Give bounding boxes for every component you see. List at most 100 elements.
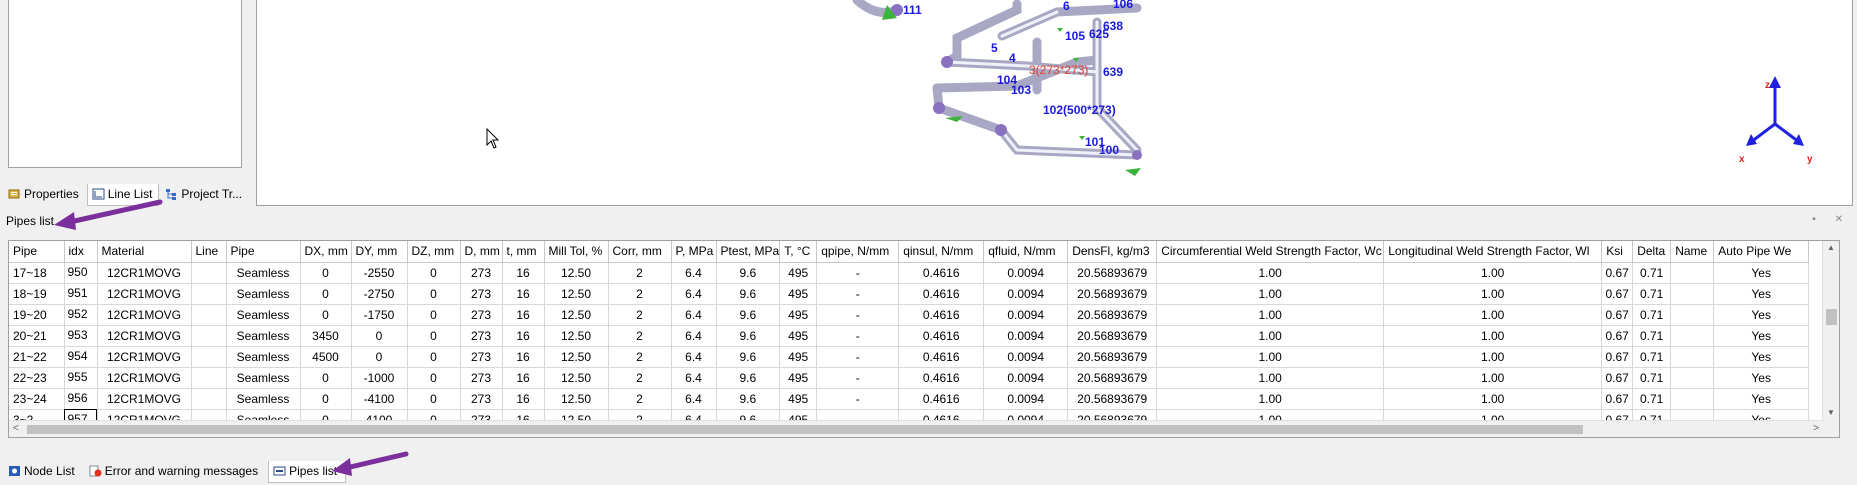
table-cell[interactable]: 956	[64, 388, 98, 410]
table-cell[interactable]: 2	[608, 346, 672, 368]
table-cell[interactable]: -2750	[351, 283, 408, 305]
table-cell[interactable]: 950	[64, 262, 98, 284]
table-cell[interactable]: 0.71	[1632, 367, 1672, 389]
table-cell[interactable]: 953	[64, 325, 98, 347]
column-header[interactable]: Material	[97, 241, 192, 263]
table-cell[interactable]: Yes	[1713, 304, 1810, 326]
pipes-table-container[interactable]: Pipe idx Material Line Pipe DX, mm DY, mm DZ, m…	[8, 240, 1840, 438]
table-cell[interactable]: Yes	[1713, 283, 1810, 305]
table-cell[interactable]: 2	[608, 325, 672, 347]
table-cell[interactable]: 6.4	[671, 283, 717, 305]
table-cell[interactable]	[191, 283, 227, 305]
table-cell[interactable]: 0	[300, 388, 352, 410]
table-cell[interactable]: 12CR1MOVG	[97, 325, 192, 347]
table-cell[interactable]: Seamless	[226, 367, 301, 389]
column-header[interactable]: idx	[64, 241, 98, 263]
table-cell[interactable]: 1.00	[1383, 262, 1603, 284]
table-cell[interactable]: -	[816, 283, 900, 305]
column-header[interactable]: DY, mm	[351, 241, 408, 263]
table-cell[interactable]: 16	[502, 367, 545, 389]
table-cell[interactable]: 16	[502, 388, 545, 410]
column-header[interactable]: Ksi	[1601, 241, 1634, 263]
scroll-down-icon[interactable]: ▼	[1827, 408, 1835, 417]
column-header[interactable]: Circumferential Weld Strength Factor, Wc	[1156, 241, 1385, 263]
column-header[interactable]: P, MPa	[671, 241, 717, 263]
table-row[interactable]: 23~24 956 12CR1MOVG Seamless 0 -4100 0 273 16 12.…	[9, 388, 1810, 410]
table-cell[interactable]: 0.71	[1632, 304, 1672, 326]
table-cell[interactable]: 0.4616	[898, 325, 985, 347]
table-cell[interactable]: -2550	[351, 262, 408, 284]
table-cell[interactable]	[1670, 388, 1715, 410]
table-cell[interactable]: 12.50	[544, 388, 609, 410]
scroll-left-icon[interactable]: <	[13, 423, 19, 434]
table-cell[interactable]: 0.4616	[898, 388, 985, 410]
vertical-scroll-thumb[interactable]	[1826, 309, 1837, 325]
table-cell[interactable]: 9.6	[716, 304, 781, 326]
table-cell[interactable]: 0.0094	[983, 304, 1069, 326]
table-cell[interactable]	[191, 262, 227, 284]
table-cell[interactable]: 17~18	[9, 262, 65, 284]
table-cell[interactable]: 0	[300, 262, 352, 284]
table-cell[interactable]: 0.71	[1632, 346, 1672, 368]
table-cell[interactable]: 0.4616	[898, 346, 985, 368]
table-cell[interactable]: 0	[300, 367, 352, 389]
3d-model-viewport[interactable]: 111 6 106 638 625 105 5 4 3(273*273) 639…	[256, 0, 1853, 206]
column-header[interactable]: DZ, mm	[407, 241, 461, 263]
table-cell[interactable]: 16	[502, 262, 545, 284]
table-cell[interactable]: 6.4	[671, 304, 717, 326]
table-cell[interactable]: 0.67	[1601, 325, 1634, 347]
table-row[interactable]: 22~23 955 12CR1MOVG Seamless 0 -1000 0 273 16 12.…	[9, 367, 1810, 389]
scroll-up-icon[interactable]: ▲	[1827, 243, 1835, 252]
table-cell[interactable]: 0.4616	[898, 367, 985, 389]
table-cell[interactable]: 9.6	[716, 325, 781, 347]
table-cell[interactable]	[1670, 262, 1715, 284]
table-cell[interactable]: 9.6	[716, 388, 781, 410]
table-cell[interactable]: 12.50	[544, 262, 609, 284]
table-cell[interactable]: 951	[64, 283, 98, 305]
table-cell[interactable]: 495	[779, 346, 818, 368]
table-cell[interactable]: 6.4	[671, 388, 717, 410]
table-cell[interactable]: 20~21	[9, 325, 65, 347]
table-cell[interactable]	[191, 346, 227, 368]
table-cell[interactable]: 1.00	[1156, 283, 1385, 305]
table-cell[interactable]: Seamless	[226, 262, 301, 284]
column-header[interactable]: DensFl, kg/m3	[1067, 241, 1158, 263]
table-cell[interactable]: Seamless	[226, 388, 301, 410]
table-cell[interactable]: 1.00	[1383, 367, 1603, 389]
table-cell[interactable]: 20.56893679	[1067, 304, 1158, 326]
vertical-scrollbar[interactable]: ▲ ▼	[1822, 241, 1839, 437]
table-row[interactable]: 18~19 951 12CR1MOVG Seamless 0 -2750 0 273 16 12.…	[9, 283, 1810, 305]
table-cell[interactable]: 0	[407, 346, 461, 368]
table-cell[interactable]: 0.0094	[983, 367, 1069, 389]
column-header[interactable]: DX, mm	[300, 241, 352, 263]
table-cell[interactable]: 0.4616	[898, 283, 985, 305]
table-cell[interactable]: Yes	[1713, 325, 1810, 347]
tab-project-tree[interactable]: Project Tr...	[161, 184, 248, 206]
table-cell[interactable]: 21~22	[9, 346, 65, 368]
table-cell[interactable]: 12CR1MOVG	[97, 388, 192, 410]
table-cell[interactable]: 1.00	[1383, 304, 1603, 326]
table-cell[interactable]: -	[816, 367, 900, 389]
table-cell[interactable]: 9.6	[716, 262, 781, 284]
project-panel-content[interactable]	[8, 0, 242, 168]
table-cell[interactable]: 0.67	[1601, 388, 1634, 410]
table-cell[interactable]: 20.56893679	[1067, 367, 1158, 389]
table-cell[interactable]: 0.67	[1601, 367, 1634, 389]
scroll-right-icon[interactable]: >	[1813, 423, 1819, 434]
column-header[interactable]: Longitudinal Weld Strength Factor, Wl	[1383, 241, 1603, 263]
table-cell[interactable]: 2	[608, 283, 672, 305]
table-cell[interactable]: 0	[351, 346, 408, 368]
table-cell[interactable]: 1.00	[1156, 262, 1385, 284]
table-cell[interactable]: 0	[407, 388, 461, 410]
table-cell[interactable]: 0.71	[1632, 283, 1672, 305]
panel-header-buttons[interactable]: ▪ ✕	[1812, 214, 1851, 225]
table-cell[interactable]	[191, 388, 227, 410]
tab-error-warning-messages[interactable]: Error and warning messages	[85, 461, 266, 483]
table-cell[interactable]: 20.56893679	[1067, 325, 1158, 347]
table-cell[interactable]: 0.0094	[983, 262, 1069, 284]
table-cell[interactable]: 495	[779, 304, 818, 326]
table-cell[interactable]: -	[816, 262, 900, 284]
table-cell[interactable]: -4100	[351, 388, 408, 410]
table-cell[interactable]: 12.50	[544, 325, 609, 347]
table-cell[interactable]: 1.00	[1156, 325, 1385, 347]
